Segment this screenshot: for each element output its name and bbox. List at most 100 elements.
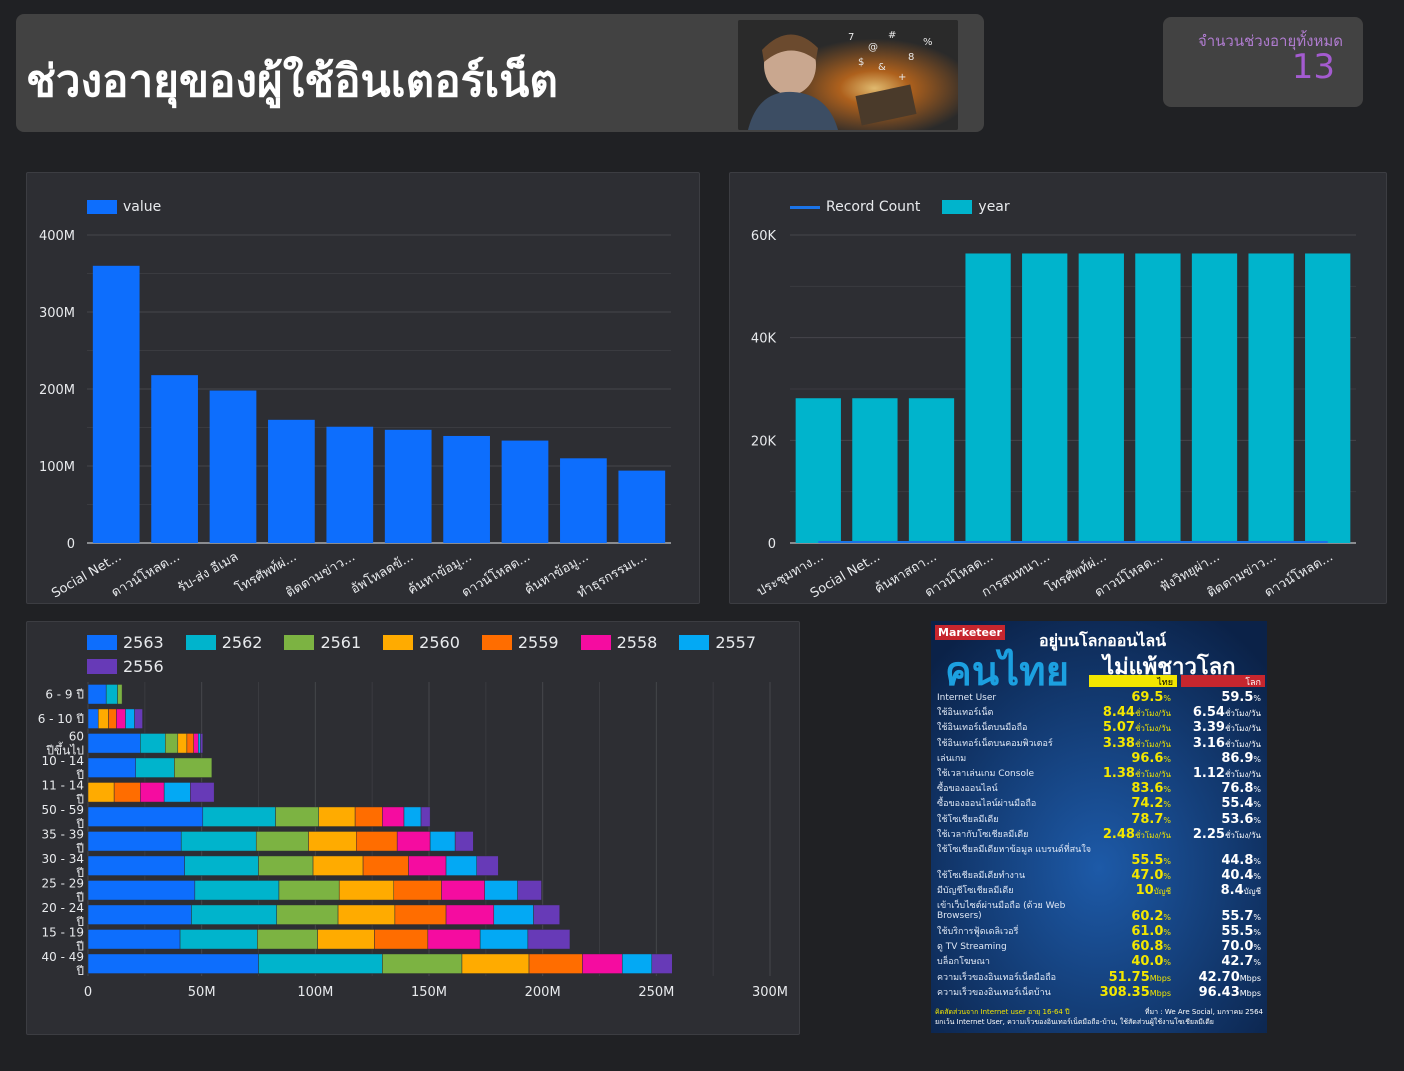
infographic-image: Marketeer คนไทย อยู่บนโลกออนไลน์ ไม่แพ้ช…: [931, 621, 1267, 1033]
y-tick-line: 40 - 49: [42, 950, 85, 964]
infographic-row: ซื้อของออนไลน์ 83.6% 76.8%: [937, 781, 1263, 797]
bar-chart-panel-2[interactable]: Record Count year 0 20K 40K 60K ประชุมทาง...…: [729, 172, 1387, 604]
chart2-svg: 020K40K60Kประชุมทาง...Social Net...ค้นหา…: [751, 229, 1356, 601]
y-tick-label: 6 - 10 ปี: [38, 712, 84, 726]
infographic-row: เข้าเว็บไซต์ผ่านมือถือ (ด้วย Web Browser…: [937, 899, 1263, 925]
infographic-world-value: 55.5%: [1221, 924, 1261, 940]
infographic-row: ความเร็วของอินเทอร์เน็ตบ้าน 308.35Mbps 96.…: [937, 984, 1263, 1001]
bar-segment: [87, 953, 259, 974]
infographic-thai-value: 47.0%: [1131, 867, 1171, 883]
unit-label: Mbps: [1149, 973, 1171, 983]
bar-segment: [382, 953, 463, 974]
infographic-thai-value: 5.07ชั่วโมง/วัน: [1102, 720, 1171, 736]
bar-segment: [356, 831, 398, 852]
x-tick-label: 150M: [411, 985, 447, 1000]
unit-label: %: [1253, 815, 1261, 825]
bar: [1248, 253, 1294, 543]
bar-segment: [582, 953, 623, 974]
bar-segment: [135, 757, 175, 778]
y-tick-label: 0: [768, 537, 776, 552]
bar-segment: [484, 880, 518, 901]
infographic-row: ใช้โซเชียลมีเดียหาข้อมูล แบรนด์ที่สนใจ 55…: [937, 843, 1263, 869]
bar: [560, 458, 607, 543]
bar-chart-panel-1[interactable]: value 0 100M 200M 300M 400M Social Net... ดาวน…: [26, 172, 700, 604]
infographic-row-label: เล่นเกม: [937, 753, 967, 764]
bar: [326, 426, 374, 543]
x-tick-label: 0: [84, 985, 92, 1000]
infographic-world-value: 6.54ชั่วโมง/วัน: [1192, 705, 1261, 721]
infographic-thai-value: 308.35Mbps: [1099, 984, 1171, 1000]
bar-segment: [338, 880, 395, 901]
bar-segment: [318, 806, 356, 827]
stacked-bar-panel[interactable]: 2563 2562 2561 2560 2559 2558 2557 2556 0 50M 100…: [26, 621, 800, 1035]
x-tick-label: 200M: [525, 985, 561, 1000]
bar: [618, 470, 666, 543]
bar: [1022, 253, 1068, 543]
infographic-row-label: ซื้อของออนไลน์: [937, 784, 998, 795]
infographic-world-value: 76.8%: [1221, 781, 1261, 797]
y-tick-line: 60: [69, 729, 84, 743]
bar-segment: [165, 733, 179, 754]
infographic-brand: Marketeer: [935, 625, 1005, 640]
bar-segment: [374, 929, 429, 950]
x-tick-label: รับ-ส่ง อีเมล: [175, 549, 241, 596]
y-tick-line: 35 - 39: [42, 827, 85, 841]
y-tick-line: 20 - 24: [42, 901, 85, 915]
bar-segment: [97, 708, 109, 729]
infographic-world-value: 2.25ชั่วโมง/วัน: [1192, 826, 1261, 842]
bar-segment: [179, 929, 258, 950]
bar-segment: [87, 855, 185, 876]
bar-segment: [174, 757, 213, 778]
unit-label: ชั่วโมง/วัน: [1224, 724, 1261, 734]
x-tick-label: 50M: [188, 985, 216, 1000]
infographic-row: ดู TV Streaming 60.8% 70.0%: [937, 939, 1263, 955]
y-tick-label: 20K: [751, 434, 777, 449]
infographic-row: ใช้เวลากับโซเชียลมีเดีย 2.48ชั่วโมง/วัน 2.…: [937, 826, 1263, 843]
infographic-thai-value: 1.38ชั่วโมง/วัน: [1102, 766, 1171, 781]
infographic-row: ใช้บริการฟู้ดเดลิเวอรี่ 61.0% 55.5%: [937, 924, 1263, 940]
kpi-value: 13: [1291, 47, 1335, 87]
x-tick-label: 300M: [752, 985, 788, 1000]
unit-label: %: [1253, 857, 1261, 866]
svg-text:7: 7: [848, 32, 854, 43]
bar-segment: [278, 880, 340, 901]
svg-text:8: 8: [908, 52, 914, 63]
bar-segment: [441, 880, 485, 901]
infographic-world-value: 8.4บัญชี: [1220, 883, 1261, 899]
infographic-world-value: 44.8%: [1221, 853, 1261, 868]
y-tick-line: 25 - 29: [42, 876, 85, 890]
infographic-row: มีบัญชีโซเชียลมีเดีย 10บัญชี 8.4บัญชี: [937, 883, 1263, 899]
unit-label: บัญชี: [1243, 887, 1261, 897]
infographic-thai-value: 2.48ชั่วโมง/วัน: [1102, 826, 1171, 842]
unit-label: Mbps: [1149, 988, 1171, 998]
infographic-col-thai: ไทย: [1089, 675, 1177, 688]
infographic-row-label: ใช้อินเทอร์เน็ตบนมือถือ: [937, 723, 1028, 734]
infographic-world-value: 96.43Mbps: [1198, 984, 1261, 1000]
unit-label: %: [1253, 943, 1261, 953]
y-tick-line: 30 - 34: [42, 852, 85, 866]
bar-segment: [275, 806, 319, 827]
bar-segment: [527, 929, 571, 950]
bar: [209, 390, 257, 543]
y-tick-label: 200M: [39, 383, 75, 398]
y-tick-label: 40 - 49 ปี: [42, 950, 85, 978]
bar-segment: [87, 904, 192, 925]
bar-segment: [255, 831, 309, 852]
infographic-thai-value: 69.5%: [1131, 690, 1171, 705]
bar-segment: [258, 855, 314, 876]
bar-segment: [476, 855, 499, 876]
unit-label: ชั่วโมง/วัน: [1224, 830, 1261, 840]
infographic-row-label: ใช้เวลาเล่นเกม Console: [937, 769, 1034, 779]
infographic-source: ที่มา : We Are Social, มกราคม 2564: [1144, 1008, 1263, 1016]
y-tick-label: 100M: [39, 460, 75, 475]
unit-label: %: [1253, 913, 1261, 923]
bar-segment: [528, 953, 583, 974]
chart3-svg: 0 50M 100M 150M 200M 250M 300M 6 - 9 ปี 6 - 10 ป…: [38, 682, 788, 1000]
y-tick-label: 0: [67, 537, 75, 552]
bar-segment: [87, 806, 204, 827]
bar-segment: [87, 733, 141, 754]
infographic-row-label: ดู TV Streaming: [937, 942, 1007, 953]
unit-label: ชั่วโมง/วัน: [1134, 770, 1171, 779]
svg-text:#: #: [888, 30, 896, 41]
bar-segment: [454, 831, 474, 852]
